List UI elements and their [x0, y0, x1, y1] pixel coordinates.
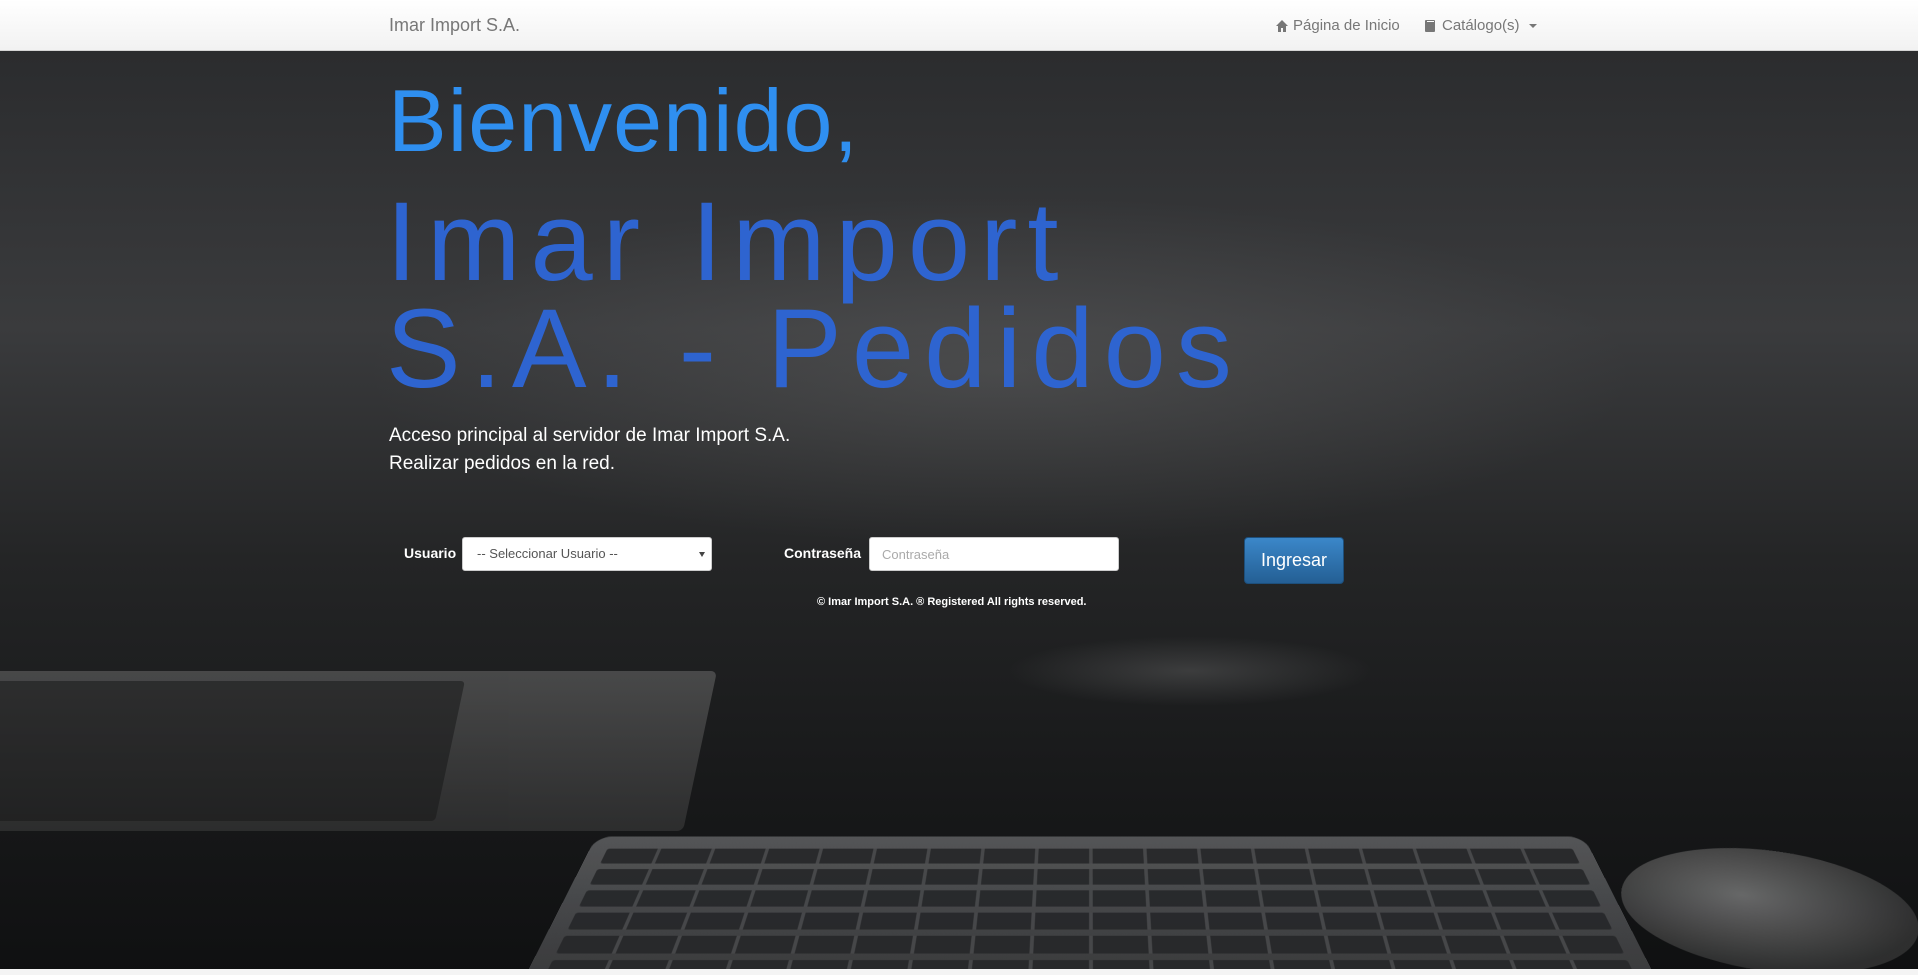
- nav-home-label: Página de Inicio: [1293, 17, 1400, 34]
- mouse-image: [1613, 830, 1918, 975]
- top-navbar: Imar Import S.A. Página de Inicio Catálo…: [0, 0, 1918, 51]
- user-label: Usuario: [404, 545, 457, 561]
- user-select[interactable]: -- Seleccionar Usuario --: [462, 537, 712, 571]
- laptop-image: [0, 671, 718, 831]
- home-icon: [1275, 19, 1289, 33]
- description: Acceso principal al servidor de Imar Imp…: [389, 422, 790, 478]
- nav-catalog-label: Catálogo(s): [1442, 17, 1520, 34]
- book-icon: [1424, 19, 1438, 33]
- description-line-1: Acceso principal al servidor de Imar Imp…: [389, 425, 791, 446]
- password-input[interactable]: [869, 537, 1119, 571]
- description-line-2: Realizar pedidos en la red.: [389, 453, 616, 474]
- select-arrow-icon: [699, 552, 705, 557]
- keyboard-image: [515, 836, 1665, 975]
- password-label: Contraseña: [784, 545, 862, 561]
- user-select-value: -- Seleccionar Usuario --: [477, 546, 618, 561]
- footer-copyright: © Imar Import S.A. ® Registered All righ…: [817, 596, 1087, 608]
- chevron-down-icon: [1528, 23, 1537, 28]
- login-button[interactable]: Ingresar: [1244, 537, 1344, 584]
- brand-link[interactable]: Imar Import S.A.: [389, 15, 520, 36]
- nav-home-link[interactable]: Página de Inicio: [1275, 17, 1400, 34]
- nav-catalog-dropdown[interactable]: Catálogo(s): [1424, 17, 1537, 34]
- bottom-strip: [0, 969, 1918, 975]
- welcome-heading: Bienvenido,: [388, 71, 859, 170]
- page-title: Imar Import S.A. - Pedidos: [386, 179, 1242, 411]
